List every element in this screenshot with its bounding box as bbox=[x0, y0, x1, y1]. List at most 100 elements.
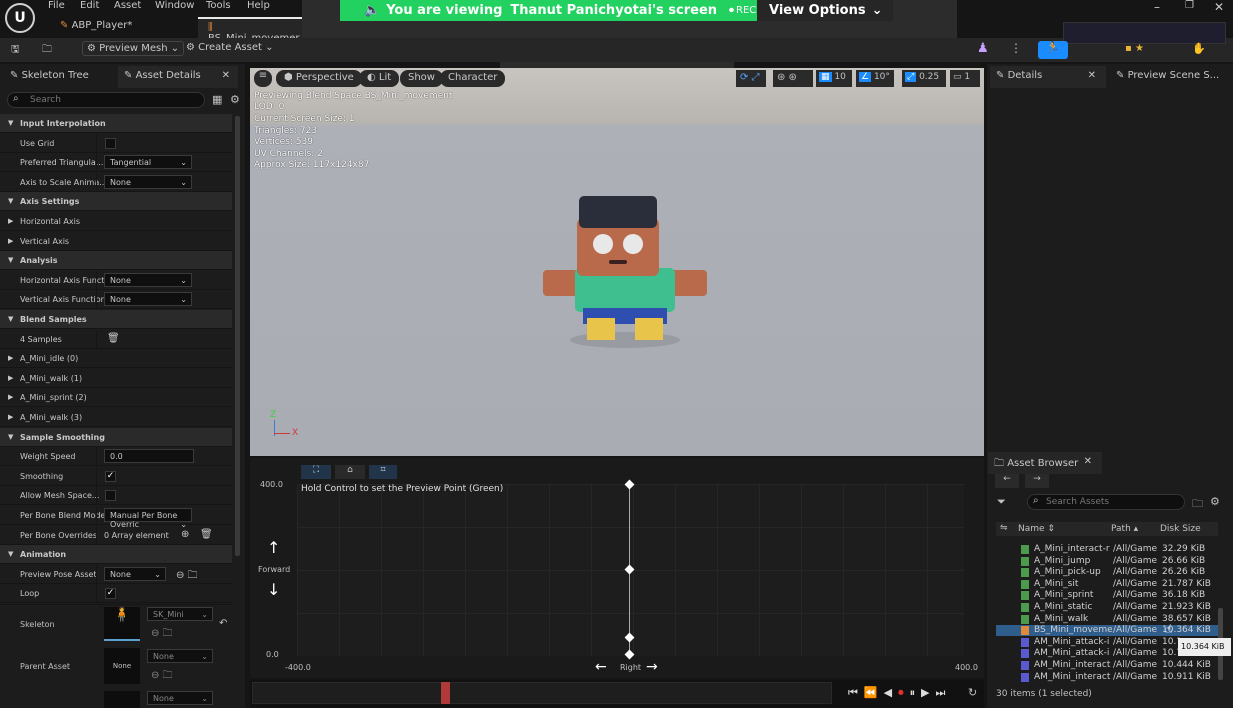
property-row[interactable]: ▶ A_Mini_walk (1) bbox=[0, 369, 232, 388]
settings-icon[interactable]: ⚙ bbox=[1210, 495, 1220, 508]
parent-thumbnail[interactable]: None bbox=[104, 648, 140, 684]
trash-icon[interactable]: 🗑 bbox=[200, 529, 213, 540]
asset-row[interactable]: A_Mini_pick-up/All/Game 26.26 KiB bbox=[996, 567, 1218, 578]
menu-file[interactable]: File bbox=[48, 0, 65, 11]
dropdown[interactable]: Tangential ⌄ bbox=[104, 155, 192, 170]
chevron-down-icon[interactable]: ▼ bbox=[8, 315, 13, 323]
asset-row[interactable]: A_Mini_interact-r/All/Game 32.29 KiB bbox=[996, 544, 1218, 555]
category-row[interactable]: ▼ Input Interpolation bbox=[0, 114, 232, 133]
tab-bs-mini-movement[interactable]: ⫼ BS_Mini_movemer bbox=[198, 17, 306, 44]
category-row[interactable]: ▼ Axis Settings bbox=[0, 192, 232, 212]
lit-button[interactable]: ◐ Lit bbox=[359, 70, 400, 87]
checkbox[interactable] bbox=[105, 490, 116, 502]
close-icon[interactable]: ✕ bbox=[1088, 70, 1096, 81]
asset-tools-icon[interactable]: ⊖ 🗀 bbox=[176, 568, 198, 585]
checkbox[interactable] bbox=[105, 137, 116, 149]
dropdown[interactable]: Manual Per Bone Overric ⌄ bbox=[104, 508, 192, 529]
more-options-icon[interactable]: ⋮ bbox=[1010, 41, 1022, 55]
record-icon[interactable]: ⏺ bbox=[898, 686, 910, 699]
tab-asset-details[interactable]: ✎ Asset Details ✕ bbox=[118, 66, 238, 88]
asset-row[interactable]: BS_Mini_moveme/All/Game 10.364 KiB bbox=[996, 625, 1218, 637]
asset-tools-icon[interactable]: ⊖ 🗀 bbox=[151, 626, 173, 643]
column-disk-size[interactable]: Disk Size bbox=[1160, 524, 1201, 534]
column-name[interactable]: Name ⇕ bbox=[1018, 524, 1055, 534]
category-row[interactable]: ▼ Blend Samples bbox=[0, 310, 232, 329]
property-row[interactable]: ▶ Horizontal Axis bbox=[0, 212, 232, 231]
column-toggle-icon[interactable]: ⇋ bbox=[1000, 523, 1008, 533]
asset-row[interactable]: A_Mini_walk/All/Game 38.657 KiB bbox=[996, 614, 1218, 625]
property-row[interactable]: ▶ A_Mini_idle (0) bbox=[0, 349, 232, 369]
forward-icon[interactable]: → bbox=[1025, 474, 1049, 488]
transform-icon[interactable]: ⟳ ⤢ bbox=[736, 70, 766, 87]
fit-view-icon[interactable]: ⛶ bbox=[301, 465, 331, 479]
loop-icon[interactable]: ↻ bbox=[968, 686, 977, 699]
category-row[interactable]: ▼ Sample Smoothing bbox=[0, 427, 232, 447]
parent-asset-dropdown[interactable]: None ⌄ bbox=[147, 649, 213, 663]
tab-asset-browser[interactable]: 🗀 Asset Browser ✕ bbox=[988, 452, 1102, 474]
menu-edit[interactable]: Edit bbox=[80, 0, 99, 11]
table-view-icon[interactable]: ▦ bbox=[212, 93, 222, 106]
extra-dropdown[interactable]: None ⌄ bbox=[147, 691, 213, 705]
tab-skeleton-tree[interactable]: ✎ Skeleton Tree bbox=[4, 66, 114, 88]
asset-tools-icon[interactable]: ⊖ 🗀 bbox=[151, 668, 173, 685]
asset-row[interactable]: A_Mini_sit/All/Game 21.787 KiB bbox=[996, 579, 1218, 590]
menu-window[interactable]: Window bbox=[155, 0, 194, 11]
skeleton-dropdown[interactable]: SK_Mini ⌄ bbox=[147, 607, 213, 621]
asset-search-input[interactable]: ⌕ Search Assets bbox=[1027, 494, 1185, 510]
hamburger-icon[interactable]: ≡ bbox=[254, 70, 272, 87]
chevron-right-icon[interactable]: ▶ bbox=[8, 393, 13, 401]
chevron-right-icon[interactable]: ▶ bbox=[8, 413, 13, 421]
back-icon[interactable]: ← bbox=[995, 474, 1019, 488]
view-options-button[interactable]: View Options ⌄ bbox=[757, 0, 893, 21]
checkbox[interactable]: ✓ bbox=[105, 588, 116, 600]
chevron-right-icon[interactable]: ▶ bbox=[8, 354, 13, 362]
preview-mesh-button[interactable]: ⚙ Preview Mesh ⌄ bbox=[82, 41, 185, 56]
close-icon[interactable]: ✕ bbox=[1084, 456, 1092, 467]
checkbox[interactable]: ✓ bbox=[105, 470, 116, 482]
dropdown[interactable]: None ⌄ bbox=[104, 292, 192, 307]
property-row[interactable]: ▶ Vertical Axis bbox=[0, 232, 232, 251]
character-button[interactable]: Character bbox=[440, 70, 506, 87]
skeleton-thumbnail[interactable]: 🧍 bbox=[104, 607, 140, 641]
browse-icon[interactable]: 🗀 bbox=[42, 42, 52, 59]
chevron-down-icon[interactable]: ▼ bbox=[8, 433, 13, 441]
maximize-icon[interactable]: ❐ bbox=[1185, 0, 1194, 11]
dropdown[interactable]: None ⌄ bbox=[104, 174, 192, 189]
dropdown[interactable]: None ⌄ bbox=[104, 566, 166, 581]
tab-preview-scene[interactable]: ✎ Preview Scene S... bbox=[1110, 66, 1230, 88]
show-button[interactable]: Show bbox=[400, 70, 443, 87]
chevron-right-icon[interactable]: ▶ bbox=[8, 217, 13, 225]
tab-abp-player[interactable]: ✎ ABP_Player* bbox=[50, 17, 195, 38]
asset-row[interactable]: A_Mini_static/All/Game 21.923 KiB bbox=[996, 602, 1218, 613]
dropdown[interactable]: None ⌄ bbox=[104, 272, 192, 287]
unreal-logo[interactable]: U bbox=[5, 3, 35, 33]
search-input[interactable]: ⌕ Search bbox=[7, 92, 205, 108]
animation-mode-icon[interactable]: 🏃 bbox=[1038, 41, 1068, 59]
scrollbar[interactable] bbox=[235, 116, 240, 556]
menu-tools[interactable]: Tools bbox=[206, 0, 231, 11]
asset-row[interactable]: AM_Mini_interact/All/Game 10.444 KiB bbox=[996, 660, 1218, 671]
tab-details[interactable]: ✎ Details ✕ bbox=[990, 66, 1106, 88]
property-row[interactable]: ▶ A_Mini_walk (3) bbox=[0, 408, 232, 427]
asset-row[interactable]: A_Mini_jump/All/Game 26.66 KiB bbox=[996, 556, 1218, 567]
blendspace-mode-icon[interactable]: ▪ ★ bbox=[1125, 43, 1144, 54]
filter-icon[interactable]: ⏷ bbox=[997, 495, 1006, 509]
perspective-button[interactable]: ⬢ Perspective bbox=[276, 70, 362, 87]
save-icon[interactable]: 🖫 bbox=[11, 42, 20, 59]
category-row[interactable]: ▼ Animation bbox=[0, 545, 232, 565]
physics-mode-icon[interactable]: ✋ bbox=[1192, 42, 1206, 55]
grid-snap-button[interactable]: ▦ 10 bbox=[816, 70, 852, 87]
create-asset-button[interactable]: ⚙ Create Asset ⌄ bbox=[186, 42, 273, 53]
settings-icon[interactable]: ⚙ bbox=[230, 93, 240, 106]
camera-speed-button[interactable]: ▭ 1 bbox=[950, 70, 980, 87]
trash-icon[interactable]: 🗑 bbox=[107, 333, 120, 344]
menu-asset[interactable]: Asset bbox=[114, 0, 141, 11]
scrub-bar[interactable] bbox=[252, 682, 832, 704]
scrub-handle[interactable] bbox=[441, 682, 450, 704]
asset-row[interactable]: A_Mini_sprint/All/Game 36.18 KiB bbox=[996, 590, 1218, 601]
skeleton-mode-icon[interactable]: ♟ bbox=[977, 41, 989, 56]
number-input[interactable]: 0.0 bbox=[104, 449, 194, 464]
label-icon[interactable]: ⌂ bbox=[335, 465, 365, 479]
folder-icon[interactable]: 🗀 bbox=[1192, 495, 1203, 514]
add-icon[interactable]: ⊕ bbox=[181, 529, 189, 540]
